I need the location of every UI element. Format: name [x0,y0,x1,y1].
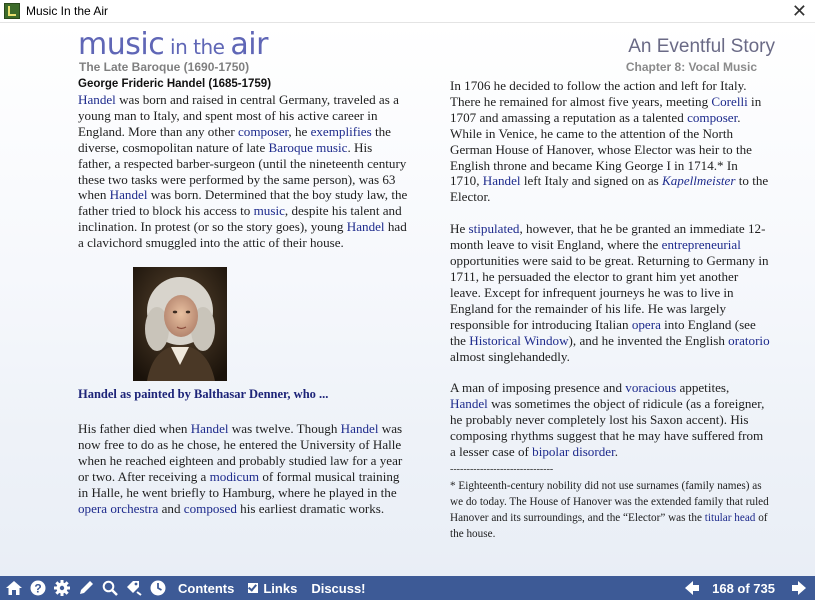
home-icon[interactable] [4,578,24,598]
search-icon[interactable] [100,578,120,598]
glossary-link[interactable]: Kapellmeister [662,173,735,188]
svg-text:?: ? [34,581,41,595]
glossary-link[interactable]: opera orchestra [78,501,158,516]
title-bar: Music In the Air ✕ [0,0,815,23]
next-arrow-icon[interactable] [789,578,809,598]
glossary-link[interactable]: composed [184,501,237,516]
glossary-link[interactable]: voracious [625,380,676,395]
glossary-link[interactable]: exemplifies [311,124,372,139]
glossary-link[interactable]: bipolar disorder [532,444,615,459]
links-checkbox[interactable] [248,583,259,593]
prev-arrow-icon[interactable] [682,578,702,598]
brand-word-in-the: in the [164,35,231,59]
handel-portrait-picture [133,267,227,382]
text-run: left Italy and signed on as [520,173,662,189]
glossary-link[interactable]: opera [632,317,661,332]
bottom-toolbar: ? Contents Links Discuss! 168 of 735 [0,576,815,600]
text-run: almost singlehandedly. [450,348,570,364]
text-run: He [450,221,469,237]
text-run: appetites, [676,380,730,396]
settings-icon[interactable] [52,578,72,598]
brand-logo: music in the air [78,29,268,63]
left-column: George Frideric Handel (1685-1759) Hande… [78,77,408,532]
glossary-link[interactable]: stipulated [469,221,520,236]
links-label[interactable]: Links [263,581,297,596]
bookmark-icon[interactable] [124,578,144,598]
glossary-link[interactable]: Handel [341,421,379,436]
glossary-link[interactable]: Baroque music [269,140,348,155]
history-icon[interactable] [148,578,168,598]
page-counter: 168 of 735 [712,580,775,596]
portrait-caption-link[interactable]: Handel as painted by Balthasar Denner, w… [78,387,408,403]
paragraph: In 1706 he decided to follow the action … [450,78,770,205]
glossary-link[interactable]: Handel [110,187,148,202]
text-run: His father died when [78,420,191,436]
help-icon[interactable]: ? [28,578,48,598]
glossary-link[interactable]: Handel [347,219,385,234]
close-button[interactable]: ✕ [792,1,807,21]
glossary-link[interactable]: entrepreneurial [662,237,741,252]
text-run: his earliest dramatic works. [236,500,385,516]
text-run: ), and he invented the English [568,332,729,348]
glossary-link[interactable]: Handel [450,396,488,411]
glossary-link[interactable]: composer [687,110,737,125]
era-subtitle: The Late Baroque (1690-1750) [79,60,250,74]
pencil-icon[interactable] [76,578,96,598]
paragraph: He stipulated, however, that he be grant… [450,221,770,364]
paragraph: His father died when Handel was twelve. … [78,421,408,516]
glossary-link[interactable]: Corelli [711,94,747,109]
text-run: . [614,444,618,460]
glossary-link[interactable]: Handel [191,421,229,436]
page-content: music in the air The Late Baroque (1690-… [0,23,815,576]
story-title: An Eventful Story [628,36,775,57]
page-navigation: 168 of 735 [678,576,809,600]
chapter-title: Chapter 8: Vocal Music [625,60,757,74]
app-icon [4,3,20,19]
brand-word-music: music [78,27,165,62]
text-run: and [158,500,184,516]
glossary-link[interactable]: titular head [705,512,756,524]
text-run: , he [288,123,311,139]
glossary-link[interactable]: Handel [78,92,116,107]
footnote-divider: ------------------------------- [450,463,554,475]
section-heading: George Frideric Handel (1685-1759) [78,78,272,90]
glossary-link[interactable]: composer [238,124,288,139]
glossary-link[interactable]: modicum [210,469,259,484]
glossary-link[interactable]: Historical Window [469,333,568,348]
text-run: In 1706 he decided to follow the action … [450,78,747,109]
text-run: A man of imposing presence and [450,380,626,396]
footnote: * Eighteenth-century nobility did not us… [450,478,770,542]
right-column: In 1706 he decided to follow the action … [450,78,770,542]
glossary-link[interactable]: Handel [483,173,521,188]
portrait-image[interactable] [133,267,227,382]
discuss-button[interactable]: Discuss! [311,581,365,596]
text-run: was twelve. Though [228,420,341,436]
window-title: Music In the Air [26,4,109,18]
brand-word-air: air [230,27,268,62]
paragraph: A man of imposing presence and voracious… [450,380,770,460]
glossary-link[interactable]: oratorio [728,333,769,348]
paragraph: Handel was born and raised in central Ge… [78,92,408,251]
glossary-link[interactable]: music [254,203,285,218]
contents-button[interactable]: Contents [178,581,234,596]
